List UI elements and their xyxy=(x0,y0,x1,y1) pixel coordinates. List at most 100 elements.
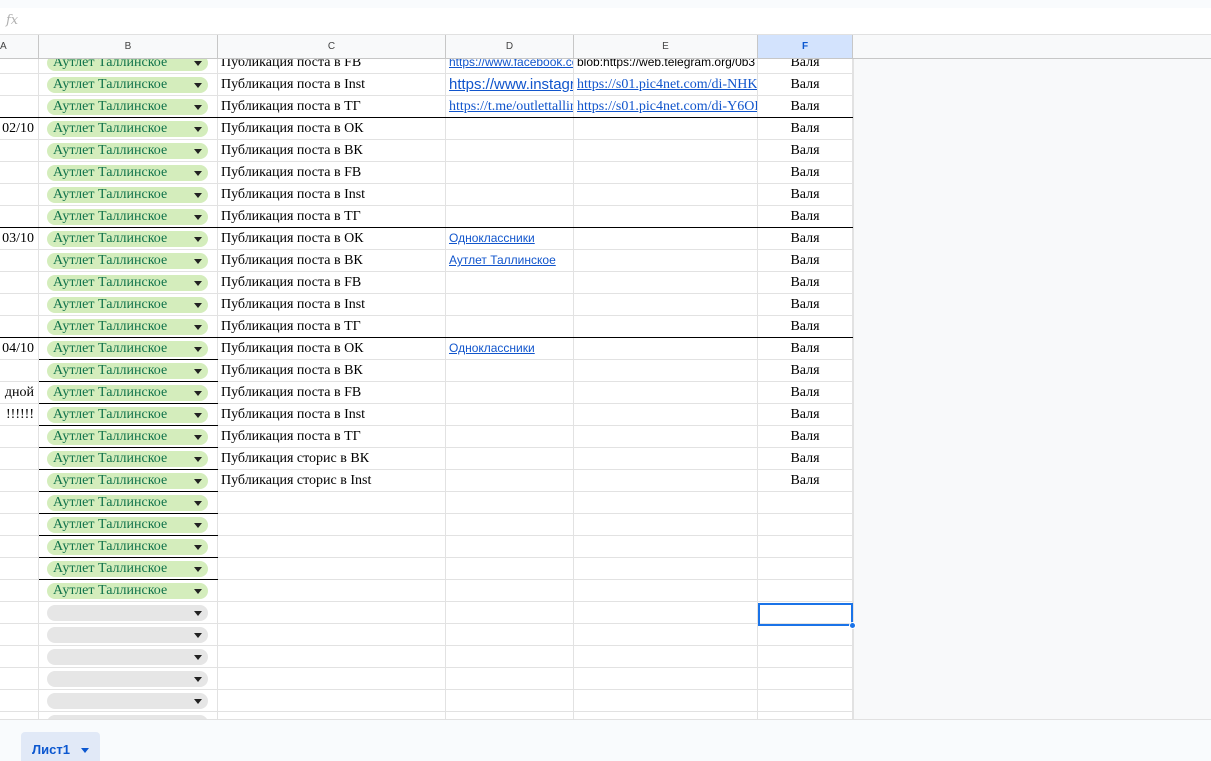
cell-f[interactable]: Валя xyxy=(758,118,853,140)
cell-a[interactable] xyxy=(0,294,39,316)
formula-input[interactable] xyxy=(28,11,1201,31)
cell-b[interactable]: Аутлет Таллинское xyxy=(39,250,218,272)
cell-a[interactable] xyxy=(0,646,39,668)
cell-a[interactable] xyxy=(0,184,39,206)
cell-a[interactable] xyxy=(0,712,39,719)
cell-e[interactable]: https://s01.pic4net.com/di-NHKF xyxy=(574,74,758,96)
dropdown-chip[interactable]: Аутлет Таллинское xyxy=(47,165,208,181)
cell-c[interactable]: Публикация поста в Inst xyxy=(218,74,446,96)
dropdown-chip[interactable]: Аутлет Таллинское xyxy=(47,451,208,467)
cell-e[interactable] xyxy=(574,624,758,646)
cell-a[interactable] xyxy=(0,360,39,382)
cell-f[interactable] xyxy=(758,712,853,719)
dropdown-arrow-icon[interactable] xyxy=(194,193,202,198)
cell-c[interactable]: Публикация поста в ВК xyxy=(218,360,446,382)
cell-c[interactable]: Публикация поста в Inst xyxy=(218,404,446,426)
cell-d[interactable] xyxy=(446,162,574,184)
cell-c[interactable] xyxy=(218,536,446,558)
cell-f[interactable]: Валя xyxy=(758,448,853,470)
cell-d[interactable] xyxy=(446,382,574,404)
cell-e[interactable] xyxy=(574,250,758,272)
cell-f[interactable]: Валя xyxy=(758,404,853,426)
cell-b[interactable] xyxy=(39,624,218,646)
cell-f[interactable] xyxy=(758,514,853,536)
cell-d[interactable] xyxy=(446,316,574,338)
cell-f[interactable]: Валя xyxy=(758,184,853,206)
cell-a[interactable] xyxy=(0,250,39,272)
cell-a[interactable] xyxy=(0,624,39,646)
cell-f[interactable]: Валя xyxy=(758,228,853,250)
cell-f[interactable]: Валя xyxy=(758,96,853,118)
dropdown-chip[interactable]: Аутлет Таллинское xyxy=(47,495,208,511)
dropdown-chip[interactable]: Аутлет Таллинское xyxy=(47,231,208,247)
dropdown-chip[interactable]: Аутлет Таллинское xyxy=(47,77,208,93)
cell-d[interactable] xyxy=(446,426,574,448)
dropdown-chip[interactable]: Аутлет Таллинское xyxy=(47,59,208,71)
cell-b[interactable]: Аутлет Таллинское xyxy=(39,536,218,558)
cell-c[interactable]: Публикация поста в ТГ xyxy=(218,316,446,338)
dropdown-chip[interactable]: Аутлет Таллинское xyxy=(47,319,208,335)
cell-d[interactable] xyxy=(446,404,574,426)
cell-e[interactable] xyxy=(574,316,758,338)
column-header-a[interactable]: A xyxy=(0,35,39,59)
cell-d[interactable] xyxy=(446,118,574,140)
dropdown-chip[interactable]: Аутлет Таллинское xyxy=(47,253,208,269)
cell-e[interactable] xyxy=(574,558,758,580)
cell-b[interactable]: Аутлет Таллинское xyxy=(39,96,218,118)
cell-f[interactable]: Валя xyxy=(758,426,853,448)
cell-b[interactable]: Аутлет Таллинское xyxy=(39,118,218,140)
cell-a[interactable] xyxy=(0,74,39,96)
cell-a[interactable] xyxy=(0,316,39,338)
cell-f[interactable] xyxy=(758,690,853,712)
cell-a[interactable] xyxy=(0,162,39,184)
cell-c[interactable]: Публикация поста в Inst xyxy=(218,294,446,316)
cell-f[interactable]: Валя xyxy=(758,59,853,74)
cell-b[interactable] xyxy=(39,668,218,690)
selected-cell[interactable] xyxy=(758,603,853,626)
cell-c[interactable]: Публикация поста в ТГ xyxy=(218,206,446,228)
dropdown-chip[interactable]: Аутлет Таллинское xyxy=(47,143,208,159)
cell-f[interactable]: Валя xyxy=(758,294,853,316)
cell-d[interactable]: https://www.facebook.com xyxy=(446,59,574,74)
dropdown-chip[interactable]: Аутлет Таллинское xyxy=(47,407,208,423)
dropdown-chip[interactable]: Аутлет Таллинское xyxy=(47,99,208,115)
cell-b[interactable]: Аутлет Таллинское xyxy=(39,514,218,536)
cell-e[interactable] xyxy=(574,360,758,382)
dropdown-arrow-icon[interactable] xyxy=(194,611,202,616)
cell-e[interactable] xyxy=(574,448,758,470)
cell-e[interactable] xyxy=(574,338,758,360)
cell-e[interactable]: blob:https://web.telegram.org/0b3 xyxy=(574,59,758,74)
dropdown-chip[interactable]: Аутлет Таллинское xyxy=(47,429,208,445)
cell-c[interactable] xyxy=(218,668,446,690)
cell-b[interactable]: Аутлет Таллинское xyxy=(39,580,218,602)
chevron-down-icon[interactable] xyxy=(81,748,89,753)
dropdown-arrow-icon[interactable] xyxy=(194,369,202,374)
dropdown-chip[interactable]: Аутлет Таллинское xyxy=(47,209,208,225)
dropdown-chip[interactable]: Аутлет Таллинское xyxy=(47,275,208,291)
dropdown-arrow-icon[interactable] xyxy=(194,435,202,440)
column-header-e[interactable]: E xyxy=(574,35,758,59)
cell-d[interactable] xyxy=(446,272,574,294)
cell-c[interactable]: Публикация поста в FB xyxy=(218,59,446,74)
column-header-c[interactable]: C xyxy=(218,35,446,59)
dropdown-chip[interactable] xyxy=(47,649,208,665)
dropdown-arrow-icon[interactable] xyxy=(194,501,202,506)
dropdown-arrow-icon[interactable] xyxy=(194,545,202,550)
cell-a[interactable] xyxy=(0,668,39,690)
cell-f[interactable]: Валя xyxy=(758,382,853,404)
cell-c[interactable]: Публикация поста в Inst xyxy=(218,184,446,206)
column-header-b[interactable]: B xyxy=(39,35,218,59)
cell-e[interactable] xyxy=(574,404,758,426)
dropdown-arrow-icon[interactable] xyxy=(194,655,202,660)
dropdown-chip[interactable]: Аутлет Таллинское xyxy=(47,583,208,599)
cell-d[interactable]: https://www.instagram.com xyxy=(446,74,574,96)
cell-b[interactable]: Аутлет Таллинское xyxy=(39,426,218,448)
dropdown-arrow-icon[interactable] xyxy=(194,105,202,110)
cell-b[interactable] xyxy=(39,712,218,719)
dropdown-arrow-icon[interactable] xyxy=(194,127,202,132)
cell-e[interactable] xyxy=(574,294,758,316)
cell-d[interactable]: Одноклассники xyxy=(446,338,574,360)
cell-e[interactable] xyxy=(574,514,758,536)
dropdown-chip[interactable]: Аутлет Таллинское xyxy=(47,297,208,313)
cell-d[interactable] xyxy=(446,602,574,624)
